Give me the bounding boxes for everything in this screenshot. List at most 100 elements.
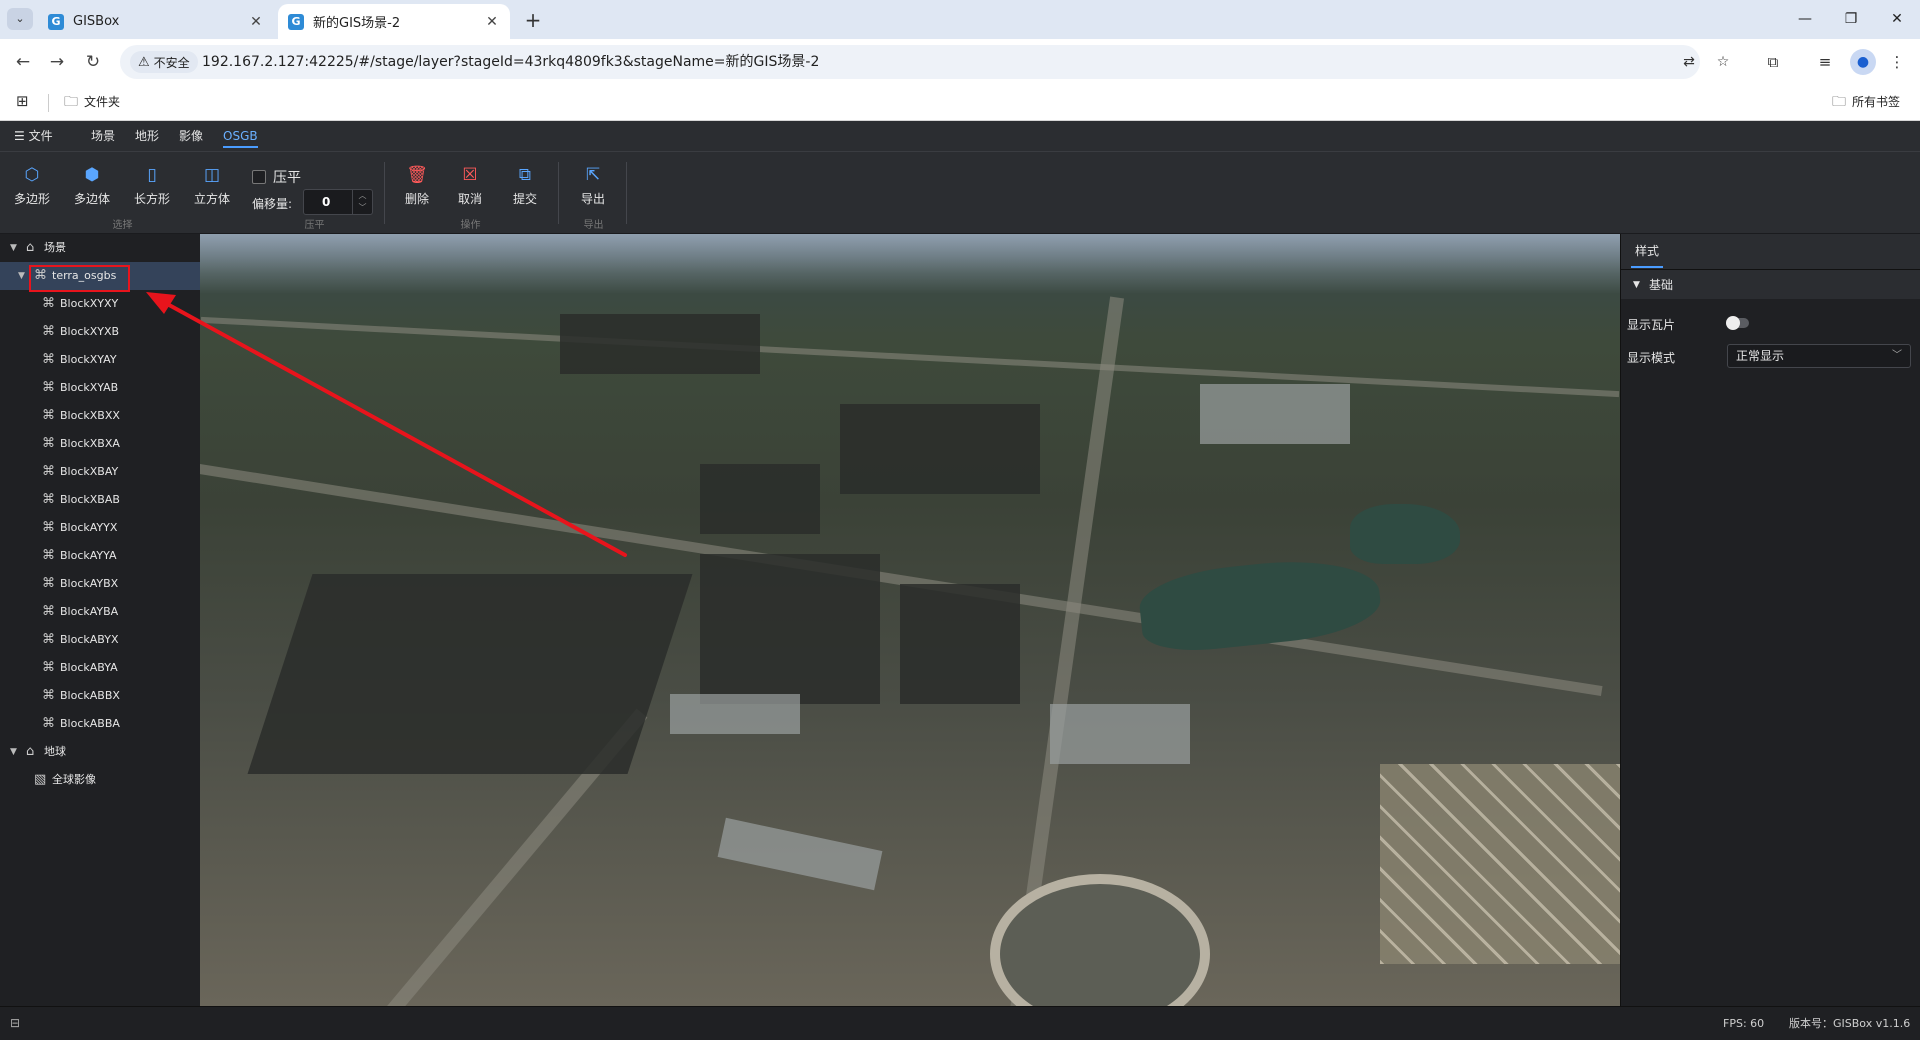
collapse-arrow-icon[interactable]: ▼ xyxy=(10,738,17,766)
export-group-label: 导出 xyxy=(583,220,604,231)
restore-button[interactable]: ❐ xyxy=(1828,0,1874,39)
omnibox[interactable]: ⚠ 不安全 192.167.2.127:42225/#/stage/layer?… xyxy=(120,45,1729,79)
tree-node-block[interactable]: ⌘ BlockABYA xyxy=(0,654,200,682)
back-icon[interactable]: ← xyxy=(10,49,36,75)
tree-node-block[interactable]: ⌘ BlockXBAY xyxy=(0,458,200,486)
tree-node-scene[interactable]: ▼ ⌂ 场景 xyxy=(0,234,200,262)
tree-node-block[interactable]: ⌘ BlockXYXY xyxy=(0,290,200,318)
tree-node-earth[interactable]: ▼ ⌂ 地球 xyxy=(0,738,200,766)
model-icon: ⌘ xyxy=(42,660,55,675)
toolbar-divider xyxy=(558,162,559,224)
offset-stepper[interactable]: ︿ ﹀ xyxy=(352,190,372,214)
submit-icon: ⧉ xyxy=(518,165,532,185)
tree-node-block[interactable]: ⌘ BlockXBXA xyxy=(0,430,200,458)
bookmark-folder-label: 文件夹 xyxy=(84,95,121,109)
tool-label: 删除 xyxy=(404,192,429,206)
bookmark-star-icon[interactable]: ☆ xyxy=(1712,51,1734,73)
tab-search-button[interactable]: ⌄ xyxy=(7,8,33,30)
map-3d-viewport[interactable] xyxy=(200,234,1620,1006)
menu-terrain[interactable]: 地形 xyxy=(135,121,159,151)
basic-section-header[interactable]: ▼ 基础 xyxy=(1621,269,1920,299)
delete-button[interactable]: 🗑 删除 xyxy=(392,164,442,207)
file-menu[interactable]: ☰ 文件 xyxy=(14,121,53,151)
show-tiles-toggle[interactable] xyxy=(1726,316,1749,330)
tree-node-label: BlockXYAY xyxy=(60,353,117,366)
translate-icon[interactable]: ⇄ xyxy=(1678,51,1700,73)
tab-style[interactable]: 样式 xyxy=(1630,234,1664,268)
tree-node-block[interactable]: ⌘ BlockAYYA xyxy=(0,542,200,570)
cancel-button[interactable]: ☒ 取消 xyxy=(445,164,495,207)
tree-node-label: BlockABBA xyxy=(60,717,120,730)
tree-node-block[interactable]: ⌘ BlockAYBX xyxy=(0,570,200,598)
flatten-checkbox[interactable] xyxy=(252,170,266,184)
polyhedron-icon: ⬢ xyxy=(84,165,100,185)
menu-scene[interactable]: 场景 xyxy=(91,121,115,151)
media-control-icon[interactable]: ≡ xyxy=(1812,49,1838,75)
polyhedron-tool-button[interactable]: ⬢ 多边体 xyxy=(67,164,117,207)
tree-node-global-imagery[interactable]: ▧ 全球影像 xyxy=(0,766,200,794)
extensions-icon[interactable]: ⧉ xyxy=(1760,49,1786,75)
cube-tool-button[interactable]: ◫ 立方体 xyxy=(187,164,237,207)
menu-kebab-icon[interactable]: ⋮ xyxy=(1884,49,1910,75)
new-tab-button[interactable]: + xyxy=(520,7,546,33)
cancel-icon: ☒ xyxy=(462,165,478,185)
tree-node-block[interactable]: ⌘ BlockXBXX xyxy=(0,402,200,430)
polygon-tool-button[interactable]: ⬡ 多边形 xyxy=(7,164,57,207)
browser-tab-scene[interactable]: G 新的GIS场景-2 ✕ xyxy=(278,4,510,39)
url-text[interactable]: 192.167.2.127:42225/#/stage/layer?stageI… xyxy=(202,45,819,79)
tree-node-terra-osgbs[interactable]: ▼ ⌘ terra_osgbs xyxy=(0,262,200,290)
profile-avatar-icon[interactable]: ● xyxy=(1850,49,1876,75)
collapse-arrow-icon[interactable]: ▼ xyxy=(10,234,17,262)
tree-node-block[interactable]: ⌘ BlockAYYX xyxy=(0,514,200,542)
display-mode-value: 正常显示 xyxy=(1736,349,1785,363)
model-icon: ⌘ xyxy=(34,268,47,283)
model-icon: ⌘ xyxy=(42,324,55,339)
tree-node-block[interactable]: ⌘ BlockXYXB xyxy=(0,318,200,346)
close-tab-icon[interactable]: ✕ xyxy=(484,14,500,30)
stadium xyxy=(990,874,1210,1006)
apps-grid-icon[interactable]: ⊞ xyxy=(16,92,29,110)
building-block xyxy=(247,574,693,774)
collapse-arrow-icon[interactable]: ▼ xyxy=(18,262,25,290)
security-chip[interactable]: ⚠ 不安全 xyxy=(130,51,198,73)
log-icon[interactable]: ⊟ xyxy=(10,1016,20,1030)
tool-label: 立方体 xyxy=(193,192,230,206)
forward-icon[interactable]: → xyxy=(44,49,70,75)
style-properties-panel: 样式 ▼ 基础 显示瓦片 显示模式 正常显示 ﹀ xyxy=(1620,234,1920,1006)
display-mode-select[interactable]: 正常显示 ﹀ xyxy=(1727,344,1911,368)
tree-node-label: BlockABBX xyxy=(60,689,120,702)
bookmark-folder[interactable]: 🗀 文件夹 xyxy=(64,84,120,121)
browser-tab-gisbox[interactable]: G GISBox ✕ xyxy=(38,4,274,39)
export-button[interactable]: ⇱ 导出 xyxy=(568,164,618,207)
status-bar: ⊟ FPS: 60 版本号：GISBox v1.1.6 xyxy=(0,1006,1920,1040)
water-body xyxy=(1350,504,1460,564)
tree-node-block[interactable]: ⌘ BlockXYAB xyxy=(0,374,200,402)
model-icon: ⌘ xyxy=(42,408,55,423)
operation-group-label: 操作 xyxy=(460,220,481,231)
building-roof xyxy=(1050,704,1190,764)
tree-node-label: BlockAYYX xyxy=(60,521,118,534)
tree-node-block[interactable]: ⌘ BlockABYX xyxy=(0,626,200,654)
reload-icon[interactable]: ↻ xyxy=(80,49,106,75)
rectangle-tool-button[interactable]: ▯ 长方形 xyxy=(127,164,177,207)
tree-node-block[interactable]: ⌘ BlockABBA xyxy=(0,710,200,738)
imagery-icon: ▧ xyxy=(34,772,47,787)
all-bookmarks[interactable]: 🗀 所有书签 xyxy=(1832,84,1900,121)
menu-osgb[interactable]: OSGB xyxy=(223,121,258,151)
menu-imagery[interactable]: 影像 xyxy=(179,121,203,151)
tree-node-block[interactable]: ⌘ BlockAYBA xyxy=(0,598,200,626)
tool-label: 取消 xyxy=(457,192,482,206)
fps-readout: FPS: 60 xyxy=(1723,1017,1765,1030)
tree-node-block[interactable]: ⌘ BlockXBAB xyxy=(0,486,200,514)
display-mode-label: 显示模式 xyxy=(1627,351,1676,365)
close-tab-icon[interactable]: ✕ xyxy=(248,14,264,30)
tree-node-block[interactable]: ⌘ BlockABBX xyxy=(0,682,200,710)
minimize-button[interactable]: — xyxy=(1782,0,1828,39)
close-window-button[interactable]: ✕ xyxy=(1874,0,1920,39)
submit-button[interactable]: ⧉ 提交 xyxy=(500,164,550,207)
gisbox-favicon-icon: G xyxy=(48,13,64,30)
tree-node-label: terra_osgbs xyxy=(52,269,117,282)
flatten-group-label: 压平 xyxy=(304,220,325,231)
tree-node-block[interactable]: ⌘ BlockXYAY xyxy=(0,346,200,374)
model-icon: ⌘ xyxy=(42,632,55,647)
